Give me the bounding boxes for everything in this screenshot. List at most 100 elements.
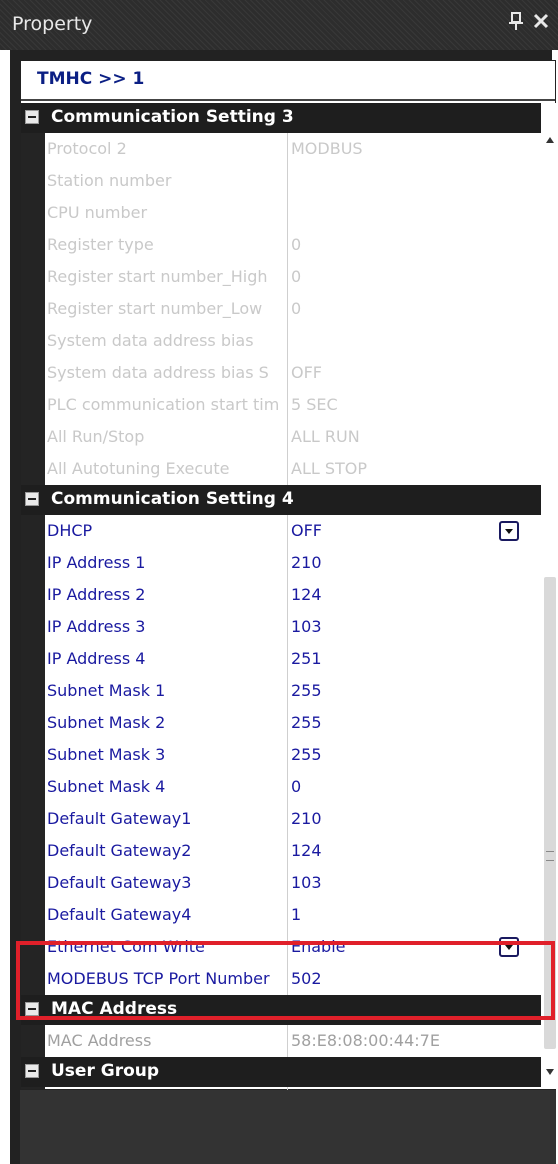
property-name: Subnet Mask 3	[47, 745, 166, 764]
scroll-down-arrow-icon[interactable]	[546, 1069, 554, 1075]
property-row[interactable]: System data address bias S OFF	[45, 357, 541, 389]
property-name: IP Address 2	[47, 585, 146, 604]
property-row[interactable]: Subnet Mask 1 255	[45, 675, 541, 707]
property-value[interactable]: 502	[291, 963, 541, 995]
property-value[interactable]: 0	[291, 771, 541, 803]
category-label: Communication Setting 3	[51, 107, 294, 127]
property-name: System data address bias S	[47, 363, 269, 382]
property-row[interactable]: IP Address 3 103	[45, 611, 541, 643]
column-divider[interactable]	[287, 133, 288, 485]
property-row[interactable]: IP Address 1 210	[45, 547, 541, 579]
property-name: MAC Address	[47, 1031, 152, 1050]
property-value: 5 SEC	[291, 395, 338, 414]
property-value: 0	[291, 235, 302, 254]
property-name: Subnet Mask 2	[47, 713, 166, 732]
property-row[interactable]: MODEBUS TCP Port Number 502	[45, 963, 541, 995]
property-name: Register start number_High	[47, 267, 268, 286]
property-row[interactable]: All Autotuning Execute ALL STOP	[45, 453, 541, 485]
category-header[interactable]: Communication Setting 3	[21, 103, 541, 133]
property-name: PLC communication start tim	[47, 395, 280, 414]
collapse-toggle-icon[interactable]	[25, 1064, 39, 1078]
title-bar: Property	[0, 0, 558, 50]
property-name: Register type	[47, 235, 154, 254]
property-value[interactable]: 251	[291, 643, 541, 675]
property-row[interactable]: Default Gateway3 103	[45, 867, 541, 899]
property-value: 0	[291, 299, 302, 318]
property-name: CPU number	[47, 203, 148, 222]
category-label: MAC Address	[51, 999, 178, 1019]
property-value: 0	[291, 267, 302, 286]
property-row[interactable]: Subnet Mask 3 255	[45, 739, 541, 771]
property-value	[291, 325, 541, 357]
property-row[interactable]: Default Gateway2 124	[45, 835, 541, 867]
scroll-thumb[interactable]	[544, 577, 556, 1049]
property-value: ALL STOP	[291, 459, 368, 478]
property-value[interactable]: 255	[291, 707, 541, 739]
breadcrumb-text: TMHC >> 1	[37, 69, 145, 89]
property-row[interactable]: Default Gateway1 210	[45, 803, 541, 835]
property-name: Subnet Mask 1	[47, 681, 166, 700]
close-icon[interactable]	[530, 10, 552, 36]
category-label: User Group	[51, 1061, 160, 1081]
property-row[interactable]: All Run/Stop ALL RUN	[45, 421, 541, 453]
property-value[interactable]: 103	[291, 867, 541, 899]
property-value: ALL RUN	[291, 427, 360, 446]
property-value[interactable]: 1	[291, 899, 541, 931]
property-row[interactable]: System data address bias	[45, 325, 541, 357]
category-header[interactable]: MAC Address	[21, 995, 541, 1025]
scroll-up-arrow-icon[interactable]	[546, 137, 554, 143]
property-name: Default Gateway2	[47, 841, 192, 860]
category-label: Communication Setting 4	[51, 489, 294, 509]
column-divider[interactable]	[287, 1025, 288, 1057]
property-value[interactable]: 124	[291, 579, 541, 611]
property-value	[291, 197, 541, 229]
category-header[interactable]: User Group	[21, 1057, 541, 1087]
property-value: MODBUS	[291, 139, 363, 158]
property-grid: Communication Setting 3 Protocol 2 MODBUS S…	[21, 103, 541, 1119]
property-row[interactable]: CPU number	[45, 197, 541, 229]
property-row[interactable]: Station number	[45, 165, 541, 197]
grid-left-strip	[21, 103, 45, 1089]
property-row[interactable]: Subnet Mask 4 0	[45, 771, 541, 803]
category-header[interactable]: Communication Setting 4	[21, 485, 541, 515]
property-value[interactable]: 103	[291, 611, 541, 643]
property-row[interactable]: Register type 0	[45, 229, 541, 261]
description-pane	[20, 1090, 556, 1164]
property-name: Ethernet Com Write	[47, 937, 205, 956]
property-value[interactable]: 124	[291, 835, 541, 867]
property-value[interactable]: 210	[291, 547, 541, 579]
property-row[interactable]: Register start number_Low 0	[45, 293, 541, 325]
property-name: Station number	[47, 171, 172, 190]
property-name: Subnet Mask 4	[47, 777, 166, 796]
column-divider[interactable]	[287, 515, 288, 995]
property-value[interactable]: 255	[291, 675, 541, 707]
vertical-scrollbar[interactable]	[543, 103, 557, 1089]
property-row[interactable]: IP Address 4 251	[45, 643, 541, 675]
property-panel: TMHC >> 1 Communication Setting 3 Protoco…	[20, 60, 557, 1119]
property-row[interactable]: Ethernet Com Write Enable	[45, 931, 541, 963]
collapse-toggle-icon[interactable]	[25, 492, 39, 506]
breadcrumb: TMHC >> 1	[21, 61, 555, 101]
property-name: IP Address 3	[47, 617, 146, 636]
property-value[interactable]: 210	[291, 803, 541, 835]
property-row[interactable]: PLC communication start tim 5 SEC	[45, 389, 541, 421]
property-row[interactable]: DHCP OFF	[45, 515, 541, 547]
pin-icon[interactable]	[505, 10, 527, 36]
collapse-toggle-icon[interactable]	[25, 110, 39, 124]
dropdown-arrow-icon[interactable]	[499, 521, 519, 541]
property-value[interactable]: 255	[291, 739, 541, 771]
collapse-toggle-icon[interactable]	[25, 1002, 39, 1016]
property-name: MODEBUS TCP Port Number	[47, 969, 270, 988]
property-value	[291, 165, 541, 197]
property-row[interactable]: MAC Address 58:E8:08:00:44:7E	[45, 1025, 541, 1057]
property-row[interactable]: Register start number_High 0	[45, 261, 541, 293]
property-row[interactable]: IP Address 2 124	[45, 579, 541, 611]
property-value: OFF	[291, 363, 322, 382]
property-name: Protocol 2	[47, 139, 127, 158]
property-row[interactable]: Default Gateway4 1	[45, 899, 541, 931]
property-row[interactable]: Protocol 2 MODBUS	[45, 133, 541, 165]
property-name: Default Gateway4	[47, 905, 192, 924]
property-name: DHCP	[47, 521, 93, 540]
property-row[interactable]: Subnet Mask 2 255	[45, 707, 541, 739]
dropdown-arrow-icon[interactable]	[499, 937, 519, 957]
